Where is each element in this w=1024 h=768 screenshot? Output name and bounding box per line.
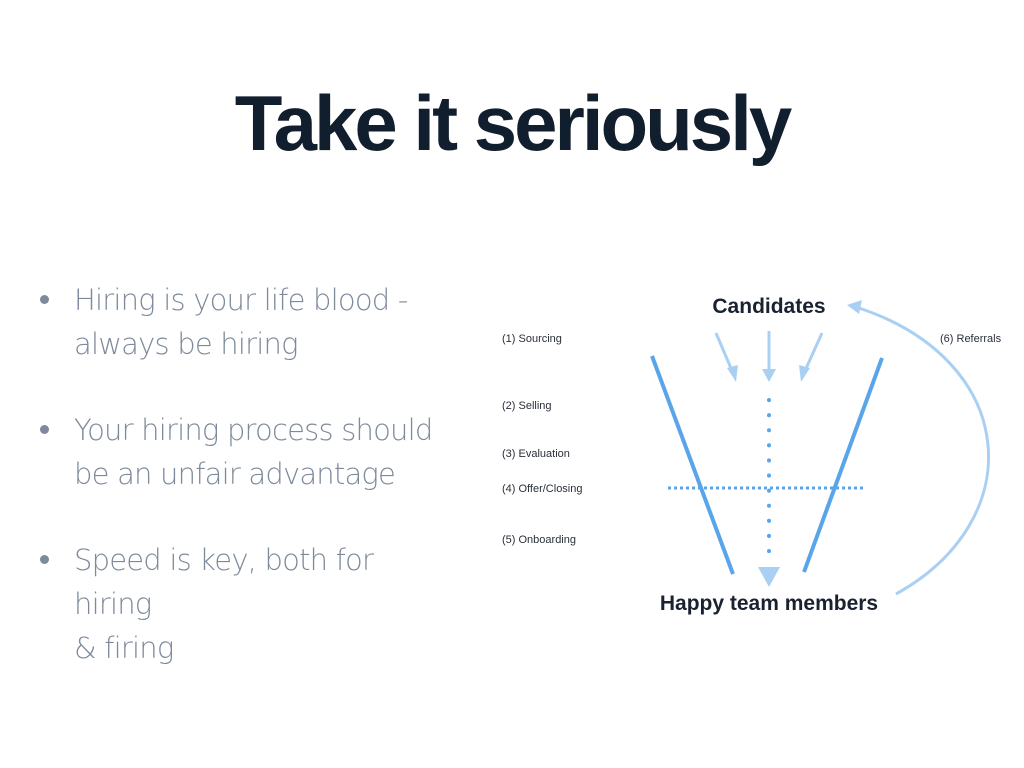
happy-team-members-label: Happy team members	[660, 592, 878, 615]
stage-label-evaluation: (3) Evaluation	[502, 448, 570, 460]
candidates-label: Candidates	[712, 295, 825, 318]
funnel-left-side	[650, 355, 735, 575]
arrowhead-left-icon	[727, 365, 738, 382]
arrowhead-center-icon	[762, 369, 776, 382]
stage-label-onboarding: (5) Onboarding	[502, 534, 576, 546]
stage-label-selling: (2) Selling	[502, 400, 552, 412]
incoming-arrow-right	[802, 332, 824, 374]
stage-label-offer-closing: (4) Offer/Closing	[502, 483, 583, 495]
referrals-label: (6) Referrals	[940, 333, 1002, 345]
referral-arrowhead-icon	[847, 300, 862, 314]
slide: Take it seriously Hiring is your life bl…	[0, 0, 1024, 768]
referral-loop-arrow	[855, 305, 990, 596]
hiring-funnel-diagram: Candidates (1) Sourcing (2) Selling (3) …	[502, 295, 1002, 615]
incoming-arrow-left	[714, 332, 735, 374]
stage-label-sourcing: (1) Sourcing	[502, 333, 562, 345]
output-arrowhead-icon	[758, 567, 780, 587]
arrowhead-right-icon	[799, 365, 810, 382]
funnel-right-side	[802, 357, 884, 573]
